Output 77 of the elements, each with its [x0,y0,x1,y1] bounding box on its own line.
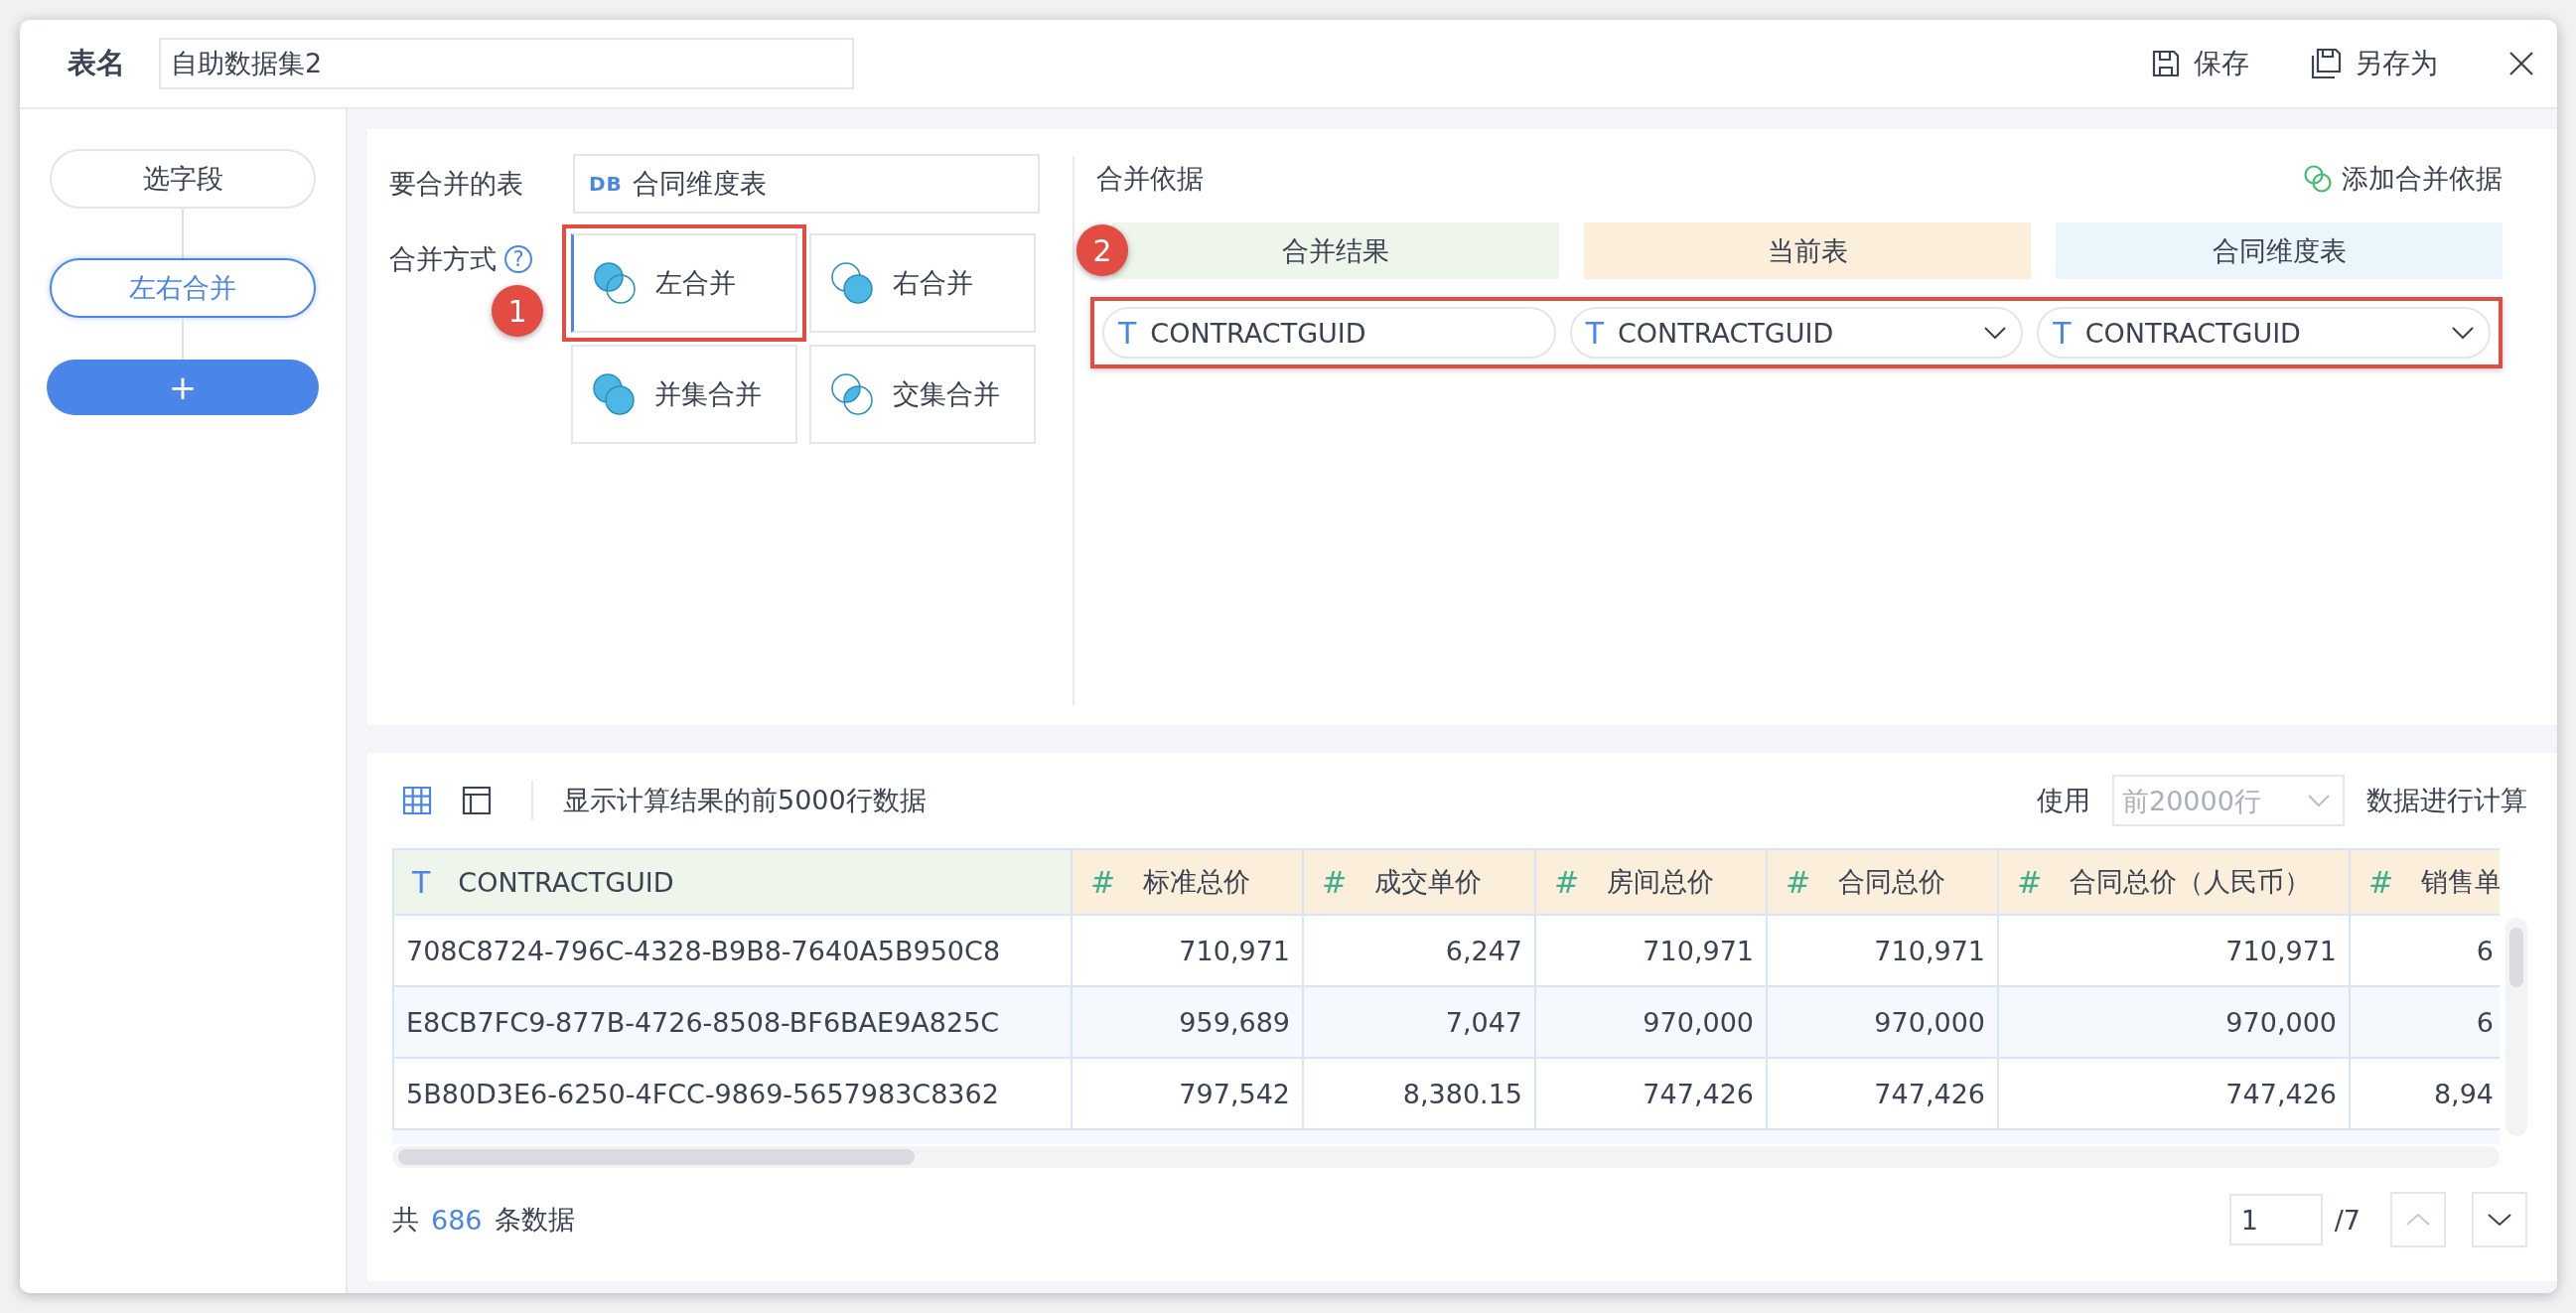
text-type-icon: T [2053,315,2072,351]
table-cell: 959,689 [1073,987,1304,1059]
field-select[interactable]: T CONTRACTGUID [2037,307,2491,359]
column-header: # 房间总价 [1536,848,1768,916]
merge-table-label: 要合并的表 [389,167,524,201]
column-header: 合并结果 [1112,222,1559,279]
add-step-button[interactable]: + [47,360,319,415]
table-cell: 6 [2351,987,2501,1059]
horizontal-scrollbar[interactable] [392,1146,2501,1168]
column-header: # 合同总价（人民币） [1999,848,2351,916]
chevron-down-icon[interactable] [2307,794,2331,807]
column-header: # 标准总价 [1073,848,1304,916]
chevron-down-icon [1983,326,2008,340]
venn-icon [829,371,875,417]
total-count: 686 [431,1204,483,1236]
column-header: 当前表 [1584,222,2031,279]
text-type-icon: T [412,864,431,900]
table-name-label: 表名 [68,45,126,81]
column-header: 合同维度表 [2056,222,2503,279]
text-type-icon: T [1585,315,1604,351]
total-prefix: 共 [392,1203,419,1237]
merge-method-option[interactable]: 交集合并 [809,345,1036,444]
table-name-field[interactable]: 自助数据集2 [159,38,854,89]
next-page-button[interactable] [2472,1192,2527,1247]
grid-icon [401,785,433,816]
number-type-icon: # [1090,864,1116,900]
table-cell: 970,000 [1768,987,1999,1059]
row-limit-field[interactable]: 前20000行 [2112,775,2345,826]
use-label: 使用 [2037,784,2090,817]
merge-method-option[interactable]: 右合并 [809,233,1036,333]
linked-circles-icon [2302,163,2334,195]
preview-info-text: 显示计算结果的前5000行数据 [563,784,927,817]
number-type-icon: # [1554,864,1580,900]
help-icon[interactable]: ? [504,245,532,273]
column-header: T CONTRACTGUID [394,848,1073,916]
column-header: # 成交单价 [1304,848,1536,916]
layout-icon [461,785,493,816]
page-number-field[interactable]: 1 [2228,1194,2323,1245]
venn-icon [592,260,638,306]
number-type-icon: # [2368,864,2394,900]
merge-method-option[interactable]: 左合并 [571,233,797,333]
close-icon[interactable] [2507,50,2535,77]
chevron-down-icon [2451,326,2475,340]
merge-basis-title: 合并依据 [1096,162,1204,196]
vertical-scrollbar[interactable] [2505,918,2527,1136]
step-item[interactable]: 选字段 [50,149,316,209]
number-type-icon: # [1786,864,1811,900]
save-button[interactable]: 保存 [2150,45,2249,82]
floppy-icon [2150,48,2182,79]
total-suffix: 条数据 [494,1203,575,1237]
field-select[interactable]: T CONTRACTGUID [1569,307,2024,359]
table-cell: E8CB7FC9-877B-4726-8508-BF6BAE9A825C [394,987,1073,1059]
merge-method-label: 合并方式 [389,242,497,276]
merge-table-value: 合同维度表 [632,167,767,201]
table-cell: 970,000 [1536,987,1768,1059]
callout-badge: 1 [492,285,543,337]
add-merge-basis-button[interactable]: 添加合并依据 [2302,161,2503,197]
venn-icon [829,260,875,306]
step-item[interactable]: 左右合并 [50,258,316,318]
copy-icon [2309,48,2343,79]
merge-method-option[interactable]: 并集合并 [571,345,797,444]
callout-badge: 2 [1076,224,1128,276]
save-as-button[interactable]: 另存为 [2309,45,2438,82]
column-header: # 合同总价 [1768,848,1999,916]
field-select[interactable]: T CONTRACTGUID [1102,307,1556,359]
table-cell: 970,000 [1999,987,2351,1059]
database-icon: DB [589,172,623,196]
number-type-icon: # [2017,864,2043,900]
page-total: /7 [2334,1204,2361,1236]
venn-icon [591,371,637,417]
calc-suffix-label: 数据进行计算 [2366,784,2527,817]
table-cell: 7,047 [1304,987,1536,1059]
merge-table-field[interactable]: DB 合同维度表 [573,154,1040,214]
number-type-icon: # [1322,864,1348,900]
chevron-up-icon [2405,1213,2431,1227]
chevron-down-icon [2487,1213,2512,1227]
text-type-icon: T [1118,315,1137,351]
